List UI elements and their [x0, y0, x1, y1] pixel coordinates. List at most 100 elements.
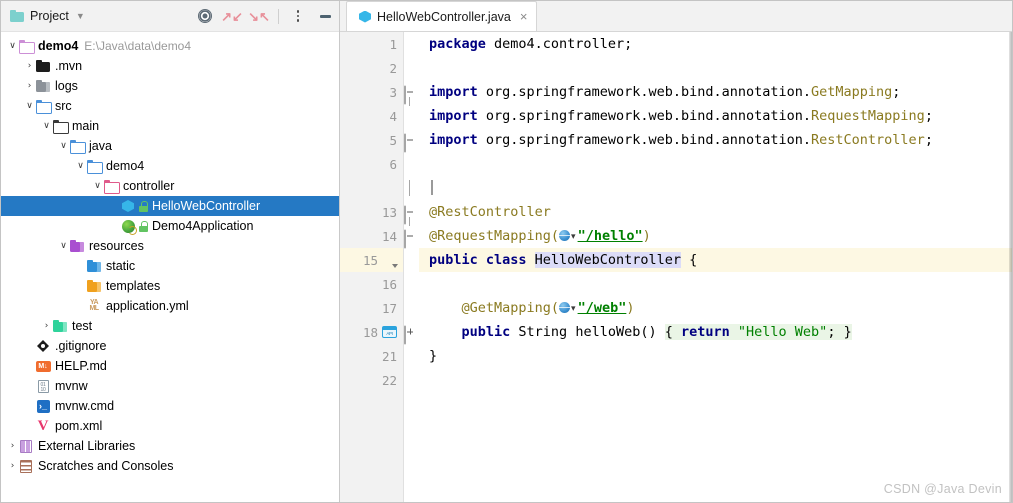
chevron-right-icon[interactable]: › — [24, 61, 35, 71]
url-globe-icon[interactable]: ▾ — [559, 300, 578, 316]
tree-item-src[interactable]: ∨ src — [1, 96, 339, 116]
tree-item-pom-xml[interactable]: Vpom.xml — [1, 416, 339, 436]
fold-collapse-icon[interactable] — [404, 133, 415, 153]
fold-gutter-line[interactable] — [404, 224, 419, 249]
fold-collapse-icon[interactable] — [404, 205, 415, 225]
chevron-down-icon[interactable]: ∨ — [58, 241, 69, 251]
gutter-line-6[interactable]: 6 — [340, 152, 403, 176]
code-line-4[interactable]: import org.springframework.web.bind.anno… — [419, 104, 1012, 128]
code-line-17[interactable]: @GetMapping(▾ "/web") — [419, 296, 1012, 320]
chevron-down-icon[interactable]: ∨ — [41, 121, 52, 131]
fold-collapse-icon[interactable] — [404, 229, 415, 249]
gutter-line-5[interactable]: 5 — [340, 128, 403, 152]
tree-item-logs[interactable]: › logs — [1, 76, 339, 96]
gutter-line-17[interactable]: 17 — [340, 296, 403, 320]
fold-gutter-line[interactable] — [404, 56, 419, 80]
tree-item-java[interactable]: ∨ java — [1, 136, 339, 156]
gutter-line-15[interactable]: 15 — [340, 248, 403, 272]
project-tree[interactable]: ∨ demo4 E:\Java\data\demo4 › .mvn › logs ∨ src ∨ m… — [1, 32, 339, 502]
chevron-down-icon[interactable]: ∨ — [24, 101, 35, 111]
fold-gutter-line[interactable] — [404, 80, 419, 106]
fold-gutter-line[interactable] — [404, 200, 419, 226]
tree-item-demo4[interactable]: ∨ demo4 E:\Java\data\demo4 — [1, 36, 339, 56]
url-globe-icon[interactable]: ▾ — [559, 228, 578, 244]
gutter-line-4[interactable]: 4 — [340, 104, 403, 128]
tree-item-controller[interactable]: ∨ controller — [1, 176, 339, 196]
tree-item-application-yml[interactable]: YA ML application.yml — [1, 296, 339, 316]
fold-gutter-line[interactable] — [404, 272, 419, 296]
spring-bean-icon[interactable] — [382, 253, 398, 268]
chevron-right-icon[interactable]: › — [7, 461, 18, 471]
fold-gutter-line[interactable] — [404, 128, 419, 153]
fold-gutter-line[interactable] — [404, 32, 419, 56]
fold-gutter-line[interactable] — [404, 248, 419, 272]
gutter-line-22[interactable]: 22 — [340, 368, 403, 392]
code-line-5[interactable]: import org.springframework.web.bind.anno… — [419, 128, 1012, 152]
tree-item-static[interactable]: static — [1, 256, 339, 276]
fold-gutter-line[interactable] — [404, 344, 419, 368]
editor-gutter[interactable]: 1 2 3 4 5 6 13 141516 171821 22 — [340, 32, 404, 502]
chevron-down-icon[interactable]: ∨ — [58, 141, 69, 151]
minimize-icon[interactable] — [317, 8, 333, 24]
code-line-6[interactable] — [419, 152, 1012, 176]
code-line-13[interactable]: @RestController — [419, 200, 1012, 224]
fold-gutter-line[interactable] — [404, 104, 419, 128]
project-panel-title-group[interactable]: Project ▼ — [10, 9, 85, 23]
tree-item-resources[interactable]: ∨ resources — [1, 236, 339, 256]
code-line-21[interactable]: } — [419, 344, 1012, 368]
gutter-line-16[interactable]: 16 — [340, 272, 403, 296]
tree-item-templates[interactable]: templates — [1, 276, 339, 296]
code-line-18[interactable]: public String helloWeb() { return "Hello… — [419, 320, 1012, 344]
fold-gutter-line[interactable] — [404, 296, 419, 320]
editor-code-column[interactable]: package demo4.controller; import org.spri… — [419, 32, 1012, 502]
tree-item-external-libraries[interactable]: › External Libraries — [1, 436, 339, 456]
tree-item-demo4[interactable]: ∨ demo4 — [1, 156, 339, 176]
chevron-down-icon[interactable]: ∨ — [7, 41, 18, 51]
gutter-line-3[interactable]: 3 — [340, 80, 403, 104]
fold-collapse-icon[interactable] — [404, 85, 415, 105]
code-editor[interactable]: 1 2 3 4 5 6 13 141516 171821 22 package demo4.con… — [340, 32, 1012, 502]
editor-fold-strip[interactable] — [404, 32, 419, 502]
target-locate-icon[interactable] — [197, 8, 213, 24]
tree-item-help-md[interactable]: M↓ HELP.md — [1, 356, 339, 376]
api-endpoint-icon[interactable] — [382, 326, 397, 338]
expand-all-icon[interactable]: ↗↙ — [221, 8, 243, 24]
code-line-15[interactable]: public class HelloWebController { — [419, 248, 1012, 272]
chevron-right-icon[interactable]: › — [41, 321, 52, 331]
code-line-1[interactable]: package demo4.controller; — [419, 32, 1012, 56]
tree-item-test[interactable]: › test — [1, 316, 339, 336]
chevron-down-icon[interactable]: ∨ — [92, 181, 103, 191]
code-line-22[interactable] — [419, 368, 1012, 392]
fold-gutter-line[interactable] — [404, 152, 419, 176]
code-line-folded[interactable] — [419, 176, 1012, 200]
fold-gutter-line[interactable] — [404, 320, 419, 345]
tree-item-mvnw[interactable]: 01 10 mvnw — [1, 376, 339, 396]
fold-gutter-line[interactable] — [404, 368, 419, 392]
folded-region-marker[interactable] — [408, 180, 410, 196]
tree-item-hellowebcontroller[interactable]: HelloWebController — [1, 196, 339, 216]
gutter-line-2[interactable]: 2 — [340, 56, 403, 80]
gutter-line-21[interactable]: 21 — [340, 344, 403, 368]
editor-tab-hellowebcontroller[interactable]: HelloWebController.java × — [346, 1, 538, 31]
gutter-line-18[interactable]: 18 — [340, 320, 403, 344]
code-line-2[interactable] — [419, 56, 1012, 80]
code-line-14[interactable]: @RequestMapping(▾ "/hello") — [419, 224, 1012, 248]
gutter-line-folded[interactable] — [340, 176, 403, 200]
gutter-line-13[interactable]: 13 — [340, 200, 403, 224]
code-line-16[interactable] — [419, 272, 1012, 296]
code-line-3[interactable]: import org.springframework.web.bind.anno… — [419, 80, 1012, 104]
more-options-icon[interactable] — [290, 8, 306, 24]
fold-expand-icon[interactable] — [404, 325, 415, 345]
tree-item-mvn[interactable]: › .mvn — [1, 56, 339, 76]
tree-item-scratches-and-consoles[interactable]: › Scratches and Consoles — [1, 456, 339, 476]
tree-item-gitignore[interactable]: .gitignore — [1, 336, 339, 356]
close-icon[interactable]: × — [520, 9, 528, 24]
chevron-down-icon[interactable]: ▼ — [76, 11, 85, 21]
collapse-all-icon[interactable]: ↘↖ — [248, 8, 270, 24]
chevron-right-icon[interactable]: › — [7, 441, 18, 451]
tree-item-mvnw-cmd[interactable]: ›_ mvnw.cmd — [1, 396, 339, 416]
chevron-right-icon[interactable]: › — [24, 81, 35, 91]
tree-item-demo4application[interactable]: Demo4Application — [1, 216, 339, 236]
gutter-line-14[interactable]: 14 — [340, 224, 403, 248]
gutter-line-1[interactable]: 1 — [340, 32, 403, 56]
